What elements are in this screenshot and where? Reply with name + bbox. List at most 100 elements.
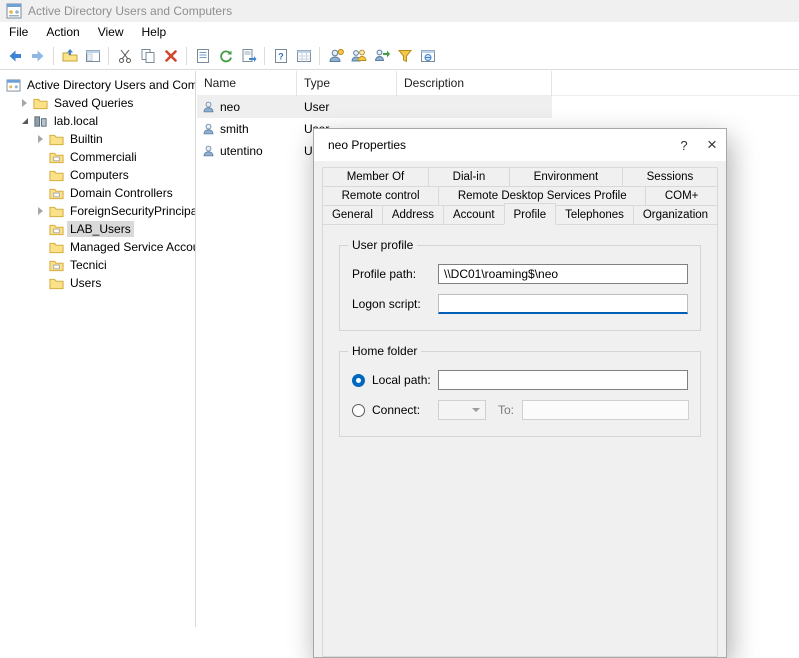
tree-item-label: Tecnici (70, 258, 107, 272)
toolbar: ? (0, 42, 799, 70)
folder-icon (49, 241, 65, 254)
profile-path-input[interactable] (438, 264, 688, 284)
set-filter-icon[interactable] (393, 44, 416, 67)
folder-icon (49, 277, 65, 290)
column-header-type[interactable]: Type (297, 71, 397, 96)
chevron-placeholder (34, 259, 47, 272)
tree-item-users[interactable]: Users (0, 274, 195, 292)
console-tree-pane[interactable]: Active Directory Users and Com Saved Que… (0, 71, 196, 627)
list-row-neo[interactable]: neo User (197, 96, 552, 118)
to-label: To: (498, 403, 514, 417)
dialog-titlebar: neo Properties ? × (314, 129, 726, 161)
user-profile-legend: User profile (348, 238, 417, 252)
chevron-down-icon[interactable] (18, 115, 31, 128)
tree-item-computers[interactable]: Computers (0, 166, 195, 184)
menu-action[interactable]: Action (37, 23, 88, 41)
ou-folder-icon (49, 259, 65, 272)
chevron-right-icon[interactable] (18, 97, 31, 110)
local-path-radio[interactable] (352, 374, 365, 387)
tree-item-foreign-security-principals[interactable]: ForeignSecurityPrincipals (0, 202, 195, 220)
back-icon[interactable] (3, 44, 26, 67)
chevron-placeholder (34, 241, 47, 254)
dialog-close-button[interactable]: × (698, 129, 726, 161)
chevron-down-icon (472, 408, 480, 412)
user-icon (202, 122, 215, 136)
forward-icon[interactable] (26, 44, 49, 67)
dialog-title: neo Properties (328, 138, 670, 152)
tree-item-lab-users[interactable]: LAB_Users (0, 220, 195, 238)
help-icon[interactable]: ? (269, 44, 292, 67)
list-cell-name: neo (220, 100, 240, 114)
refresh-icon[interactable] (214, 44, 237, 67)
tree-item-saved-queries[interactable]: Saved Queries (0, 94, 195, 112)
dialog-help-button[interactable]: ? (670, 129, 698, 161)
cut-icon[interactable] (113, 44, 136, 67)
tab-profile[interactable]: Profile (504, 203, 557, 225)
chevron-right-icon[interactable] (34, 205, 47, 218)
menu-file[interactable]: File (0, 23, 37, 41)
tree-item-tecnici[interactable]: Tecnici (0, 256, 195, 274)
logon-script-input[interactable] (438, 294, 688, 314)
menu-help[interactable]: Help (133, 23, 176, 41)
tab-organization[interactable]: Organization (633, 205, 718, 225)
folder-icon (33, 97, 49, 110)
tab-general[interactable]: General (322, 205, 383, 225)
toolbar-separator (108, 47, 109, 65)
menu-view[interactable]: View (89, 23, 133, 41)
chevron-placeholder (34, 187, 47, 200)
show-console-tree-icon[interactable] (81, 44, 104, 67)
delete-icon[interactable] (159, 44, 182, 67)
toolbar-separator (264, 47, 265, 65)
svg-text:?: ? (278, 51, 284, 61)
user-icon (202, 144, 215, 158)
home-folder-legend: Home folder (348, 344, 421, 358)
chevron-placeholder (34, 277, 47, 290)
connect-label: Connect: (372, 403, 438, 417)
new-user-icon[interactable] (324, 44, 347, 67)
connect-radio[interactable] (352, 404, 365, 417)
export-list-icon[interactable] (237, 44, 260, 67)
tree-item-label: lab.local (54, 114, 98, 128)
list-cell-type: User (297, 100, 397, 114)
toolbar-separator (186, 47, 187, 65)
tree-item-lab-local[interactable]: lab.local (0, 112, 195, 130)
tab-dial-in[interactable]: Dial-in (428, 167, 510, 187)
tree-item-builtin[interactable]: Builtin (0, 130, 195, 148)
tab-address[interactable]: Address (382, 205, 444, 225)
tree-item-root[interactable]: Active Directory Users and Com (0, 76, 195, 94)
drive-letter-dropdown[interactable] (438, 400, 486, 420)
home-folder-group: Home folder Local path: Connect: To: (339, 351, 701, 437)
tree-item-label: Commerciali (70, 150, 137, 164)
tree-item-label: LAB_Users (70, 222, 131, 236)
list-view-icon[interactable] (292, 44, 315, 67)
up-one-level-icon[interactable] (58, 44, 81, 67)
chevron-placeholder (34, 151, 47, 164)
copy-icon[interactable] (136, 44, 159, 67)
column-header-description[interactable]: Description (397, 71, 552, 96)
tree-item-label: Builtin (70, 132, 103, 146)
find-objects-icon[interactable] (416, 44, 439, 67)
tab-account[interactable]: Account (443, 205, 505, 225)
tab-telephones[interactable]: Telephones (555, 205, 634, 225)
tree-item-managed-service-accounts[interactable]: Managed Service Accou (0, 238, 195, 256)
tab-member-of[interactable]: Member Of (322, 167, 429, 187)
column-header-name[interactable]: Name (197, 71, 297, 96)
tree-item-label: Managed Service Accou (70, 240, 196, 254)
tab-com-plus[interactable]: COM+ (645, 186, 718, 206)
chevron-right-icon[interactable] (34, 133, 47, 146)
tab-environment[interactable]: Environment (509, 167, 623, 187)
local-path-input[interactable] (438, 370, 688, 390)
tab-remote-control[interactable]: Remote control (322, 186, 439, 206)
tree-item-label: Users (70, 276, 101, 290)
window-titlebar: Active Directory Users and Computers (0, 0, 799, 22)
new-group-icon[interactable] (347, 44, 370, 67)
properties-icon[interactable] (191, 44, 214, 67)
tree-item-label: Saved Queries (54, 96, 133, 110)
connect-path-input[interactable] (522, 400, 689, 420)
local-path-label: Local path: (372, 373, 438, 387)
ou-folder-icon (49, 187, 65, 200)
tree-item-commerciali[interactable]: Commerciali (0, 148, 195, 166)
add-to-group-icon[interactable] (370, 44, 393, 67)
tab-sessions[interactable]: Sessions (622, 167, 718, 187)
tree-item-domain-controllers[interactable]: Domain Controllers (0, 184, 195, 202)
